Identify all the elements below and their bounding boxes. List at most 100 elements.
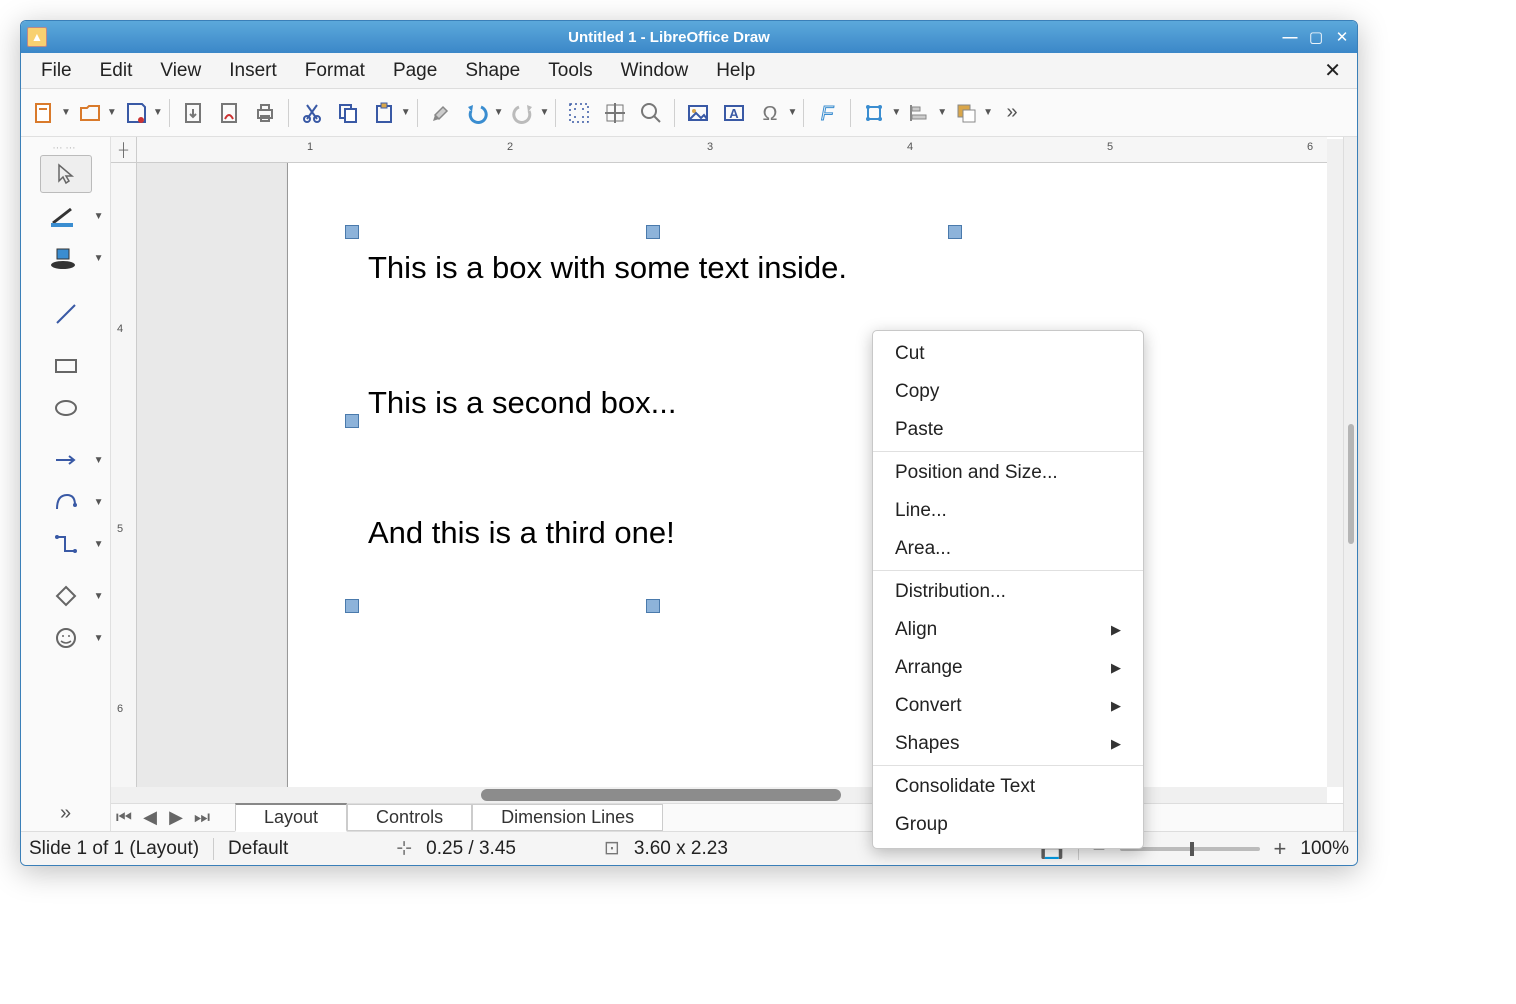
- menu-page[interactable]: Page: [379, 56, 451, 86]
- selection-handle[interactable]: [345, 225, 359, 239]
- new-doc-icon[interactable]: [27, 96, 61, 130]
- grid-icon[interactable]: [562, 96, 596, 130]
- cm-area[interactable]: Area...: [873, 530, 1143, 568]
- selection-handle[interactable]: [345, 414, 359, 428]
- cm-copy[interactable]: Copy: [873, 373, 1143, 411]
- menu-format[interactable]: Format: [291, 56, 379, 86]
- cm-convert[interactable]: Convert▶: [873, 687, 1143, 725]
- ruler-corner[interactable]: ┼: [111, 137, 137, 163]
- snap-guides-icon[interactable]: [598, 96, 632, 130]
- selection-handle[interactable]: [948, 225, 962, 239]
- fontwork-icon[interactable]: F: [810, 96, 844, 130]
- cm-line[interactable]: Line...: [873, 492, 1143, 530]
- align-objects-icon[interactable]: [903, 96, 937, 130]
- menu-tools[interactable]: Tools: [534, 56, 606, 86]
- text-box-2[interactable]: This is a second box...: [368, 384, 908, 421]
- curve-tool[interactable]: ▼: [40, 483, 92, 521]
- toolbar-overflow-icon[interactable]: »: [60, 802, 71, 825]
- save-icon[interactable]: [119, 96, 153, 130]
- toolbar-overflow-icon[interactable]: »: [995, 96, 1029, 130]
- tab-controls[interactable]: Controls: [347, 804, 472, 831]
- zoom-in-button[interactable]: +: [1274, 836, 1287, 862]
- export-pdf-icon[interactable]: [212, 96, 246, 130]
- horizontal-ruler[interactable]: 1 2 3 4 5 6: [137, 137, 1327, 163]
- dropdown-arrow-icon[interactable]: ▼: [937, 107, 947, 118]
- close-button[interactable]: ✕: [1333, 29, 1351, 45]
- minimize-button[interactable]: —: [1281, 29, 1299, 45]
- menu-file[interactable]: File: [27, 56, 86, 86]
- line-tool[interactable]: [40, 295, 92, 333]
- zoom-icon[interactable]: [634, 96, 668, 130]
- cm-distribution[interactable]: Distribution...: [873, 573, 1143, 611]
- vertical-scrollbar[interactable]: [1327, 139, 1343, 787]
- dropdown-arrow-icon[interactable]: ▼: [787, 107, 797, 118]
- menu-window[interactable]: Window: [607, 56, 703, 86]
- last-slide-button[interactable]: ⏭: [189, 807, 215, 828]
- page[interactable]: This is a box with some text inside. Thi…: [287, 163, 1343, 787]
- line-color-tool[interactable]: ▼: [40, 197, 92, 235]
- cm-arrange[interactable]: Arrange▶: [873, 649, 1143, 687]
- special-char-icon[interactable]: Ω: [753, 96, 787, 130]
- menu-shape[interactable]: Shape: [451, 56, 534, 86]
- menu-insert[interactable]: Insert: [215, 56, 291, 86]
- dropdown-arrow-icon[interactable]: ▼: [540, 107, 550, 118]
- menu-view[interactable]: View: [146, 56, 215, 86]
- vertical-ruler[interactable]: 4 5 6: [111, 163, 137, 787]
- rectangle-tool[interactable]: [40, 347, 92, 385]
- cm-consolidate-text[interactable]: Consolidate Text: [873, 768, 1143, 806]
- redo-icon[interactable]: [506, 96, 540, 130]
- close-document-button[interactable]: ✕: [1314, 54, 1351, 87]
- text-box-3[interactable]: And this is a third one!: [368, 514, 908, 551]
- cm-group[interactable]: Group: [873, 806, 1143, 844]
- tab-layout[interactable]: Layout: [235, 803, 347, 832]
- basic-shapes-tool[interactable]: ▼: [40, 577, 92, 615]
- dropdown-arrow-icon[interactable]: ▼: [983, 107, 993, 118]
- clone-formatting-icon[interactable]: [424, 96, 458, 130]
- status-style[interactable]: Default: [228, 838, 288, 860]
- cm-cut[interactable]: Cut: [873, 335, 1143, 373]
- maximize-button[interactable]: ▢: [1307, 29, 1325, 45]
- sidebar-handle[interactable]: [1343, 137, 1357, 831]
- dropdown-arrow-icon[interactable]: ▼: [61, 107, 71, 118]
- cm-align[interactable]: Align▶: [873, 611, 1143, 649]
- first-slide-button[interactable]: ⏮: [111, 807, 137, 828]
- arrow-tool[interactable]: ▼: [40, 441, 92, 479]
- selection-handle[interactable]: [345, 599, 359, 613]
- undo-icon[interactable]: [460, 96, 494, 130]
- prev-slide-button[interactable]: ◀: [137, 807, 163, 828]
- menu-edit[interactable]: Edit: [86, 56, 147, 86]
- status-zoom[interactable]: 100%: [1300, 838, 1349, 860]
- scrollbar-thumb[interactable]: [481, 789, 841, 801]
- fill-color-tool[interactable]: ▼: [40, 239, 92, 277]
- selection-handle[interactable]: [646, 599, 660, 613]
- dropdown-arrow-icon[interactable]: ▼: [401, 107, 411, 118]
- cut-icon[interactable]: [295, 96, 329, 130]
- toolbar-grip-icon[interactable]: ⋯⋯: [53, 143, 79, 151]
- next-slide-button[interactable]: ▶: [163, 807, 189, 828]
- connector-tool[interactable]: ▼: [40, 525, 92, 563]
- cm-shapes[interactable]: Shapes▶: [873, 725, 1143, 763]
- export-icon[interactable]: [176, 96, 210, 130]
- symbol-shapes-tool[interactable]: ▼: [40, 619, 92, 657]
- horizontal-scrollbar[interactable]: [111, 787, 1327, 803]
- dropdown-arrow-icon[interactable]: ▼: [494, 107, 504, 118]
- selection-handle[interactable]: [646, 225, 660, 239]
- cm-position-size[interactable]: Position and Size...: [873, 454, 1143, 492]
- copy-icon[interactable]: [331, 96, 365, 130]
- dropdown-arrow-icon[interactable]: ▼: [107, 107, 117, 118]
- print-icon[interactable]: [248, 96, 282, 130]
- paste-icon[interactable]: [367, 96, 401, 130]
- tab-dimension-lines[interactable]: Dimension Lines: [472, 804, 663, 831]
- cm-paste[interactable]: Paste: [873, 411, 1143, 449]
- slider-thumb[interactable]: [1190, 842, 1194, 856]
- dropdown-arrow-icon[interactable]: ▼: [891, 107, 901, 118]
- dropdown-arrow-icon[interactable]: ▼: [153, 107, 163, 118]
- text-box-1[interactable]: This is a box with some text inside.: [368, 249, 908, 286]
- canvas-viewport[interactable]: This is a box with some text inside. Thi…: [137, 163, 1343, 787]
- open-icon[interactable]: [73, 96, 107, 130]
- menu-help[interactable]: Help: [702, 56, 769, 86]
- insert-textbox-icon[interactable]: A: [717, 96, 751, 130]
- arrange-icon[interactable]: [949, 96, 983, 130]
- transform-icon[interactable]: [857, 96, 891, 130]
- ellipse-tool[interactable]: [40, 389, 92, 427]
